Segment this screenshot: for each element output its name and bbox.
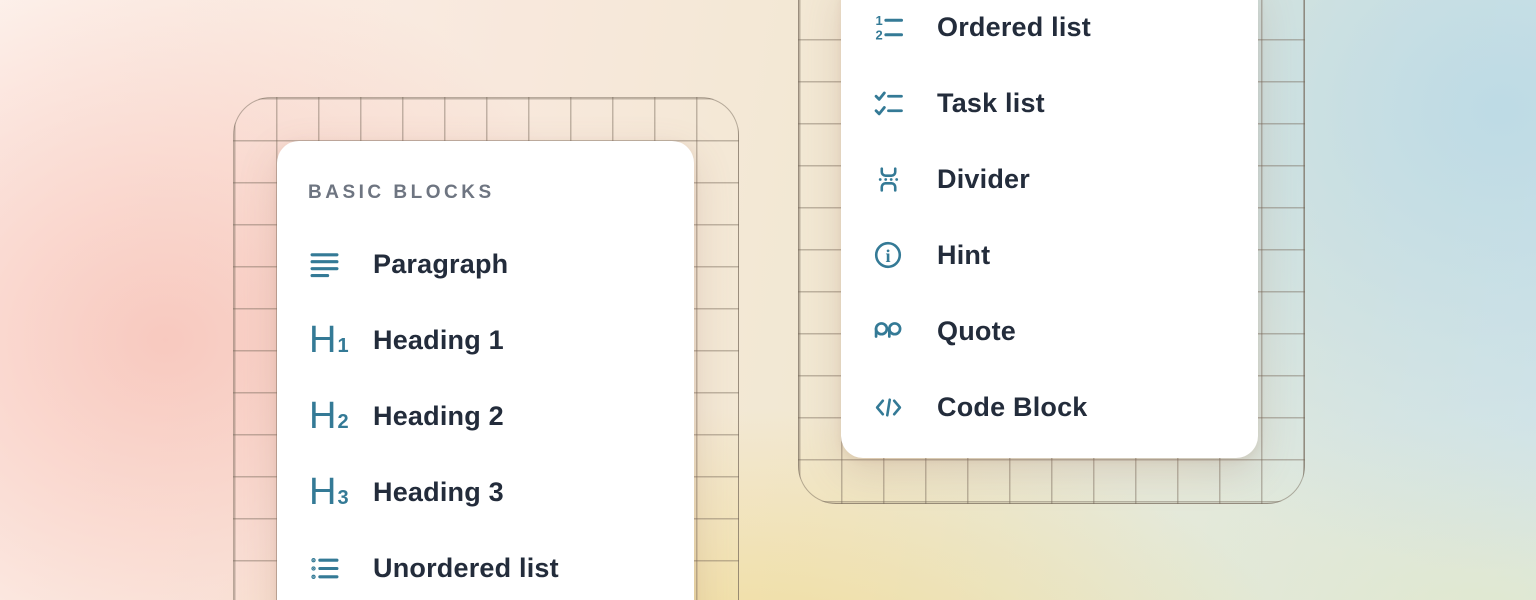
task-list-icon (873, 88, 903, 118)
menu-item-ordered-list[interactable]: 1 2 Ordered list (841, 0, 1258, 65)
heading-1-icon: H 1 (309, 325, 339, 355)
menu-item-heading-1[interactable]: H 1 Heading 1 (277, 302, 694, 378)
editor-insert-menu-screenshot: BASIC BLOCKS Paragraph H 1 Heading 1 H (0, 0, 1536, 600)
unordered-list-icon (309, 553, 339, 583)
menu-item-label: Divider (937, 164, 1030, 195)
menu-item-label: Hint (937, 240, 990, 271)
menu-item-hint[interactable]: i Hint (841, 217, 1258, 293)
menu-item-label: Unordered list (373, 553, 559, 584)
paragraph-icon (309, 249, 339, 279)
menu-item-label: Heading 2 (373, 401, 504, 432)
menu-item-label: Quote (937, 316, 1016, 347)
divider-icon (873, 164, 903, 194)
heading-3-icon: H 3 (309, 477, 339, 507)
heading-2-icon: H 2 (309, 401, 339, 431)
menu-item-quote[interactable]: Quote (841, 293, 1258, 369)
menu-item-label: Heading 1 (373, 325, 504, 356)
menu-item-label: Paragraph (373, 249, 508, 280)
menu-item-heading-3[interactable]: H 3 Heading 3 (277, 454, 694, 530)
menu-item-label: Ordered list (937, 12, 1091, 43)
menu-item-label: Task list (937, 88, 1045, 119)
svg-text:2: 2 (875, 27, 882, 42)
svg-text:i: i (885, 246, 890, 266)
blocks-menu-panel-continued: 1 2 Ordered list Task list (841, 0, 1258, 458)
hint-icon: i (873, 240, 903, 270)
svg-text:1: 1 (875, 12, 882, 27)
menu-item-code-block[interactable]: Code Block (841, 369, 1258, 445)
ordered-list-icon: 1 2 (873, 12, 903, 42)
menu-item-divider[interactable]: Divider (841, 141, 1258, 217)
basic-blocks-menu-panel: BASIC BLOCKS Paragraph H 1 Heading 1 H (277, 141, 694, 600)
menu-item-paragraph[interactable]: Paragraph (277, 226, 694, 302)
menu-item-label: Heading 3 (373, 477, 504, 508)
section-label: BASIC BLOCKS (308, 181, 694, 205)
menu-item-label: Code Block (937, 392, 1088, 423)
menu-item-unordered-list[interactable]: Unordered list (277, 530, 694, 600)
quote-icon (873, 316, 903, 346)
menu-item-task-list[interactable]: Task list (841, 65, 1258, 141)
code-block-icon (873, 392, 903, 422)
menu-item-heading-2[interactable]: H 2 Heading 2 (277, 378, 694, 454)
